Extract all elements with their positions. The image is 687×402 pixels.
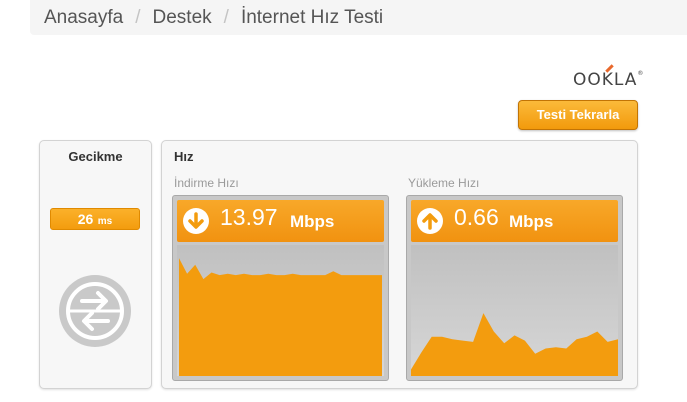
speed-panel: Hız İndirme Hızı Yükleme Hızı 13.97 Mbps… (161, 140, 638, 389)
speed-title: Hız (174, 149, 194, 164)
latency-title: Gecikme (68, 149, 123, 164)
ping-arrows-icon (57, 273, 133, 349)
download-value: 13.97 (220, 204, 278, 230)
download-graph-area (179, 258, 382, 376)
latency-value-badge: 26 ms (50, 208, 140, 230)
download-label: İndirme Hızı (174, 176, 239, 190)
download-unit: Mbps (290, 212, 335, 231)
upload-value: 0.66 (454, 204, 499, 230)
upload-label: Yükleme Hızı (408, 176, 480, 190)
upload-unit: Mbps (509, 212, 554, 231)
latency-value: 26 (77, 211, 94, 227)
upload-graph-area (411, 313, 618, 376)
latency-panel: Gecikme 26 ms (39, 140, 152, 389)
breadcrumb: Anasayfa / Destek / İnternet Hız Testi (30, 0, 687, 35)
latency-unit: ms (97, 216, 113, 227)
download-graph (177, 245, 384, 376)
upload-graph (411, 245, 618, 376)
ookla-logo: OOKLA® (573, 70, 645, 90)
download-header: 13.97 Mbps (177, 200, 384, 242)
breadcrumb-separator: / (223, 6, 229, 28)
breadcrumb-support-link[interactable]: Destek (153, 7, 212, 29)
breadcrumb-current-page: İnternet Hız Testi (240, 6, 384, 28)
download-box: 13.97 Mbps (172, 195, 389, 381)
breadcrumb-home-link[interactable]: Anasayfa (44, 7, 123, 29)
upload-header: 0.66 Mbps (411, 200, 618, 242)
upload-arrow-icon (417, 208, 443, 234)
retest-button[interactable]: Testi Tekrarla (518, 100, 638, 130)
breadcrumb-separator: / (135, 6, 141, 28)
upload-box: 0.66 Mbps (406, 195, 623, 381)
download-arrow-icon (183, 208, 209, 234)
